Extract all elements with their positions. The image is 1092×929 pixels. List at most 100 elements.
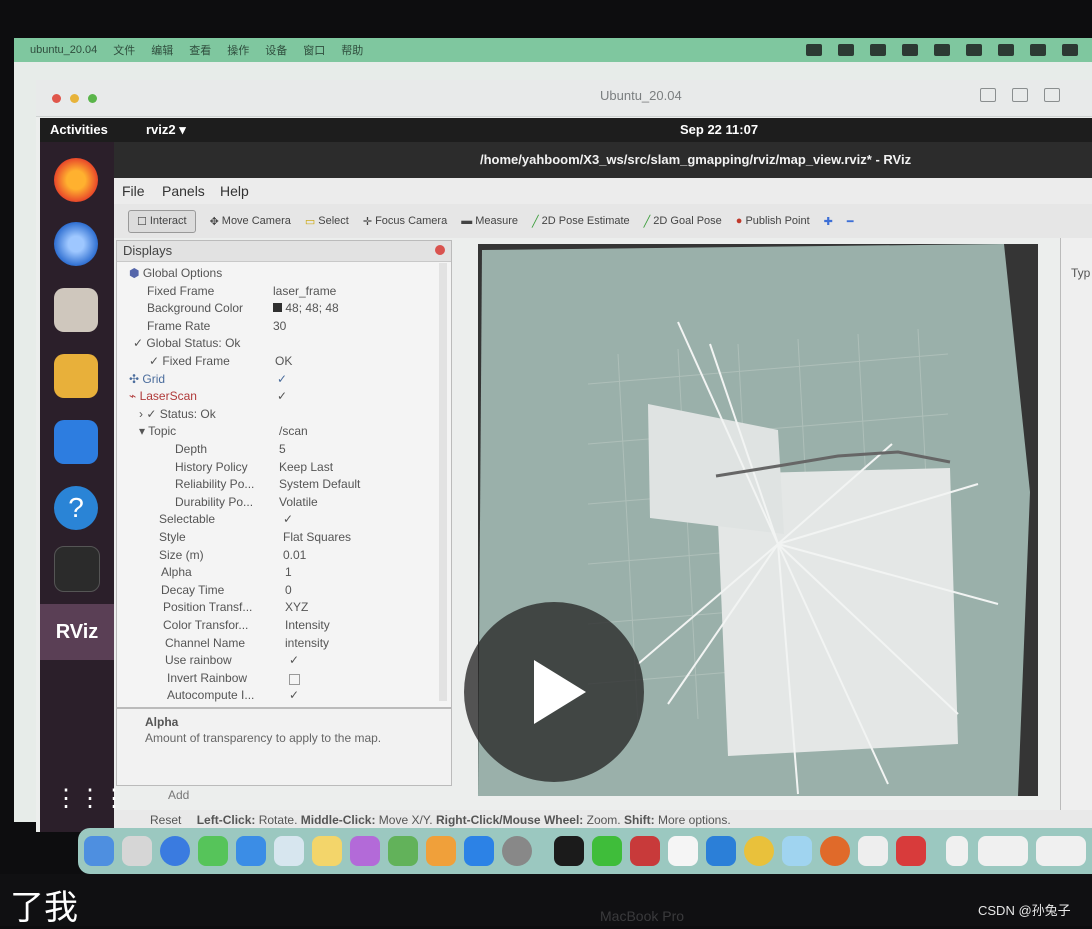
wechat-icon[interactable] — [966, 44, 982, 56]
video-play-button[interactable] — [464, 602, 644, 782]
tree-row[interactable]: History Policy Keep Last — [175, 459, 333, 476]
app-store-icon[interactable] — [464, 836, 494, 866]
tree-row[interactable]: Color Transfor... Intensity — [163, 617, 330, 634]
app-grid-icon[interactable]: ⋮⋮⋮ — [54, 784, 126, 828]
activities-button[interactable]: Activities — [50, 122, 108, 137]
finder-icon[interactable] — [84, 836, 114, 866]
photos-icon[interactable] — [274, 836, 304, 866]
tree-row[interactable]: Selectable ✓ — [159, 511, 293, 528]
tool-select[interactable]: ▭ Select — [305, 215, 349, 228]
remove-tool-button[interactable]: ━ — [847, 215, 854, 228]
menu-panels[interactable]: Panels — [162, 183, 205, 199]
writer-icon[interactable] — [54, 420, 98, 464]
messages-icon[interactable] — [198, 836, 228, 866]
tree-row[interactable]: Position Transf... XYZ — [163, 599, 308, 616]
tool-move-camera[interactable]: ✥ Move Camera — [210, 215, 291, 228]
help-icon[interactable]: ? — [54, 486, 98, 530]
wechat-icon[interactable] — [592, 836, 622, 866]
notion-icon[interactable] — [668, 836, 698, 866]
settings-icon[interactable] — [502, 836, 532, 866]
row-checkbox[interactable]: ✓ — [277, 371, 287, 388]
app-menu[interactable]: rviz2 ▾ — [146, 122, 186, 138]
chrome-icon[interactable] — [744, 836, 774, 866]
typora-icon[interactable] — [858, 836, 888, 866]
safari-icon[interactable] — [160, 836, 190, 866]
rhythmbox-icon[interactable] — [54, 354, 98, 398]
minimize-dot-icon[interactable] — [70, 94, 79, 103]
mac-menu-app[interactable]: ubuntu_20.04 — [30, 44, 97, 56]
row-checkbox[interactable] — [289, 673, 300, 685]
tree-row[interactable]: Reliability Po... System Default — [175, 476, 360, 493]
tree-row[interactable]: Background Color 48; 48; 48 — [147, 300, 339, 317]
mac-menu-help[interactable]: 帮助 — [341, 42, 363, 58]
vm-screen-icon[interactable] — [1012, 88, 1028, 102]
tool-focus-camera[interactable]: ✛ Focus Camera — [363, 215, 447, 228]
mail-icon[interactable] — [236, 836, 266, 866]
parallels-icon[interactable] — [630, 836, 660, 866]
files-icon[interactable] — [54, 288, 98, 332]
window-icon[interactable] — [934, 44, 950, 56]
window-thumb-icon[interactable] — [978, 836, 1028, 866]
firefox-icon[interactable] — [54, 158, 98, 202]
menu-help[interactable]: Help — [220, 183, 249, 199]
app-icon[interactable] — [870, 44, 886, 56]
menu-file[interactable]: File — [122, 183, 145, 199]
window-thumb-icon[interactable] — [1036, 836, 1086, 866]
share-icon[interactable] — [838, 44, 854, 56]
tree-row[interactable]: ⌁ LaserScan ✓ — [129, 388, 287, 405]
ubuntu-icon[interactable] — [820, 836, 850, 866]
tool-interact[interactable]: ☐ Interact — [128, 209, 196, 233]
tree-row[interactable]: Durability Po... Volatile — [175, 494, 318, 511]
vm-lock-icon[interactable] — [1044, 88, 1060, 102]
a-icon[interactable] — [1030, 44, 1046, 56]
tree-row[interactable]: › ✓ Status: Ok — [139, 406, 216, 423]
mac-menu-file[interactable]: 文件 — [113, 42, 135, 58]
tree-row[interactable]: Autocompute I... ✓ — [167, 687, 299, 704]
tree-row[interactable]: Style Flat Squares — [159, 529, 351, 546]
add-tool-button[interactable]: ✚ — [824, 215, 833, 228]
tree-row[interactable]: Alpha 1 — [161, 564, 292, 581]
tool-2d-goal-pose[interactable]: ╱ 2D Goal Pose — [644, 215, 722, 228]
terminal-icon[interactable] — [54, 546, 100, 592]
tree-row[interactable]: ✣ Grid ✓ — [129, 371, 287, 388]
rviz-dock-icon[interactable]: RViz — [40, 604, 114, 660]
mac-menu-edit[interactable]: 编辑 — [151, 42, 173, 58]
zoom-dot-icon[interactable] — [88, 94, 97, 103]
tool-publish-point[interactable]: ● Publish Point — [736, 215, 810, 227]
close-panel-icon[interactable] — [435, 245, 445, 255]
battery-icon[interactable] — [1062, 44, 1078, 56]
add-button[interactable]: Add — [168, 788, 189, 802]
tool-measure[interactable]: ▬ Measure — [461, 215, 518, 227]
tree-row[interactable]: ✓ Global Status: Ok — [133, 335, 240, 352]
row-checkbox[interactable]: ✓ — [289, 652, 299, 669]
tree-row[interactable]: Channel Name intensity — [165, 635, 329, 652]
row-checkbox[interactable]: ✓ — [289, 687, 299, 704]
displays-scrollbar[interactable] — [439, 263, 447, 701]
mac-menu-device[interactable]: 设备 — [265, 42, 287, 58]
numbers-icon[interactable] — [388, 836, 418, 866]
close-dot-icon[interactable] — [52, 94, 61, 103]
tree-row[interactable]: Depth 5 — [175, 441, 286, 458]
mac-menu-view[interactable]: 查看 — [189, 42, 211, 58]
red-app-icon[interactable] — [896, 836, 926, 866]
vscode-icon[interactable] — [706, 836, 736, 866]
tree-row[interactable]: Invert Rainbow — [167, 670, 300, 687]
cloud-icon[interactable] — [782, 836, 812, 866]
launchpad-icon[interactable] — [122, 836, 152, 866]
reset-button[interactable]: Reset — [150, 813, 181, 827]
cpu-icon[interactable] — [902, 44, 918, 56]
clock[interactable]: Sep 22 11:07 — [680, 122, 758, 137]
tree-row[interactable]: Size (m) 0.01 — [159, 547, 306, 564]
tree-row[interactable]: ▾ Topic/scan — [139, 423, 308, 440]
tool-2d-pose-estimate[interactable]: ╱ 2D Pose Estimate — [532, 215, 630, 228]
vm-keyboard-icon[interactable] — [980, 88, 996, 102]
row-checkbox[interactable]: ✓ — [283, 511, 293, 528]
screen-icon[interactable] — [806, 44, 822, 56]
thunderbird-icon[interactable] — [54, 222, 98, 266]
podcasts-icon[interactable] — [350, 836, 380, 866]
tree-row[interactable]: Frame Rate 30 — [147, 318, 286, 335]
terminal-icon[interactable] — [554, 836, 584, 866]
notes-icon[interactable] — [312, 836, 342, 866]
pages-icon[interactable] — [426, 836, 456, 866]
tree-row[interactable]: ⬢ Global Options — [129, 265, 222, 282]
